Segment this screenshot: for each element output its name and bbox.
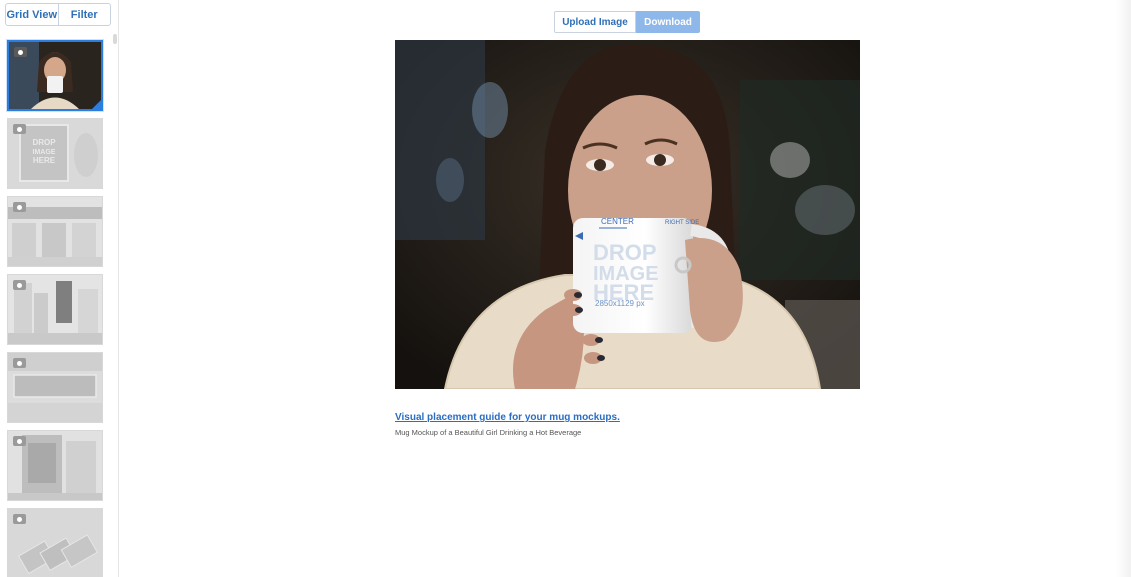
thumbnail-banner[interactable] — [7, 352, 103, 423]
placement-guide-link[interactable]: Visual placement guide for your mug mock… — [395, 412, 620, 423]
thumbnail-storefront[interactable] — [7, 196, 103, 267]
camera-icon — [13, 202, 26, 212]
camera-icon — [13, 124, 26, 134]
thumbnail-list: DROP IMAGE HERE — [7, 40, 103, 577]
camera-icon — [13, 280, 26, 290]
mug-drop-line1: DROP — [593, 240, 657, 265]
selected-corner-icon — [92, 100, 101, 109]
filter-button[interactable]: Filter — [57, 4, 111, 25]
view-toggle: Grid View Filter — [5, 3, 111, 26]
download-button[interactable]: Download — [636, 11, 700, 33]
thumbnail-poster[interactable]: DROP IMAGE HERE — [7, 118, 103, 189]
thumbnail-mug-girl[interactable] — [7, 40, 103, 111]
thumbnail-billboard[interactable] — [7, 274, 103, 345]
page-scrollbar[interactable] — [1116, 0, 1131, 577]
mug-size-label: 2850x1129 px — [595, 299, 645, 308]
action-buttons: Upload Image Download — [554, 11, 700, 33]
mockup-image: CENTER RIGHT SIDE DROP IMAGE HERE 2850x1… — [395, 40, 860, 389]
mug-center-label: CENTER — [601, 217, 634, 226]
sidebar-scrollbar[interactable] — [113, 34, 117, 44]
thumbnail-cards[interactable] — [7, 508, 103, 577]
mockup-preview[interactable]: CENTER RIGHT SIDE DROP IMAGE HERE 2850x1… — [395, 40, 860, 389]
svg-text:HERE: HERE — [33, 156, 56, 165]
svg-text:IMAGE: IMAGE — [33, 149, 56, 156]
thumbnail-bus-stop[interactable] — [7, 430, 103, 501]
camera-icon — [13, 358, 26, 368]
svg-text:DROP: DROP — [32, 138, 56, 147]
camera-icon — [13, 436, 26, 446]
camera-icon — [14, 47, 27, 57]
camera-icon — [13, 514, 26, 524]
mug-right-side-label: RIGHT SIDE — [665, 220, 699, 226]
mockup-caption: Mug Mockup of a Beautiful Girl Drinking … — [395, 428, 582, 437]
grid-view-button[interactable]: Grid View — [6, 4, 58, 25]
upload-image-button[interactable]: Upload Image — [554, 11, 636, 33]
template-sidebar: Grid View Filter DROP IMAGE HERE — [0, 0, 119, 577]
